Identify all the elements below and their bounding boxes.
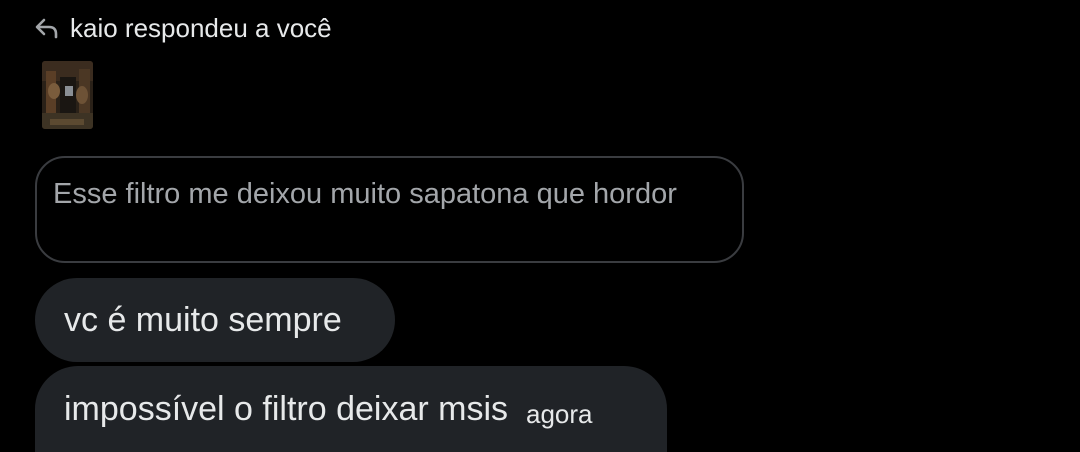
- message-bubble[interactable]: vc é muito sempre: [35, 278, 395, 362]
- reply-arrow-icon: [34, 17, 60, 39]
- message-timestamp: agora: [526, 398, 593, 429]
- reply-header-text: kaio respondeu a você: [70, 12, 332, 43]
- reply-header: kaio respondeu a você: [34, 12, 332, 44]
- message-bubble[interactable]: impossível o filtro deixar msis agora: [35, 366, 667, 452]
- message-text: vc é muito sempre: [64, 300, 342, 339]
- quoted-message: Esse filtro me deixou muito sapatona que…: [35, 156, 744, 263]
- story-thumbnail-image: [42, 61, 93, 129]
- message-text: impossível o filtro deixar msis: [64, 389, 509, 428]
- story-thumbnail[interactable]: [42, 61, 93, 129]
- quoted-message-text: Esse filtro me deixou muito sapatona que…: [53, 178, 677, 210]
